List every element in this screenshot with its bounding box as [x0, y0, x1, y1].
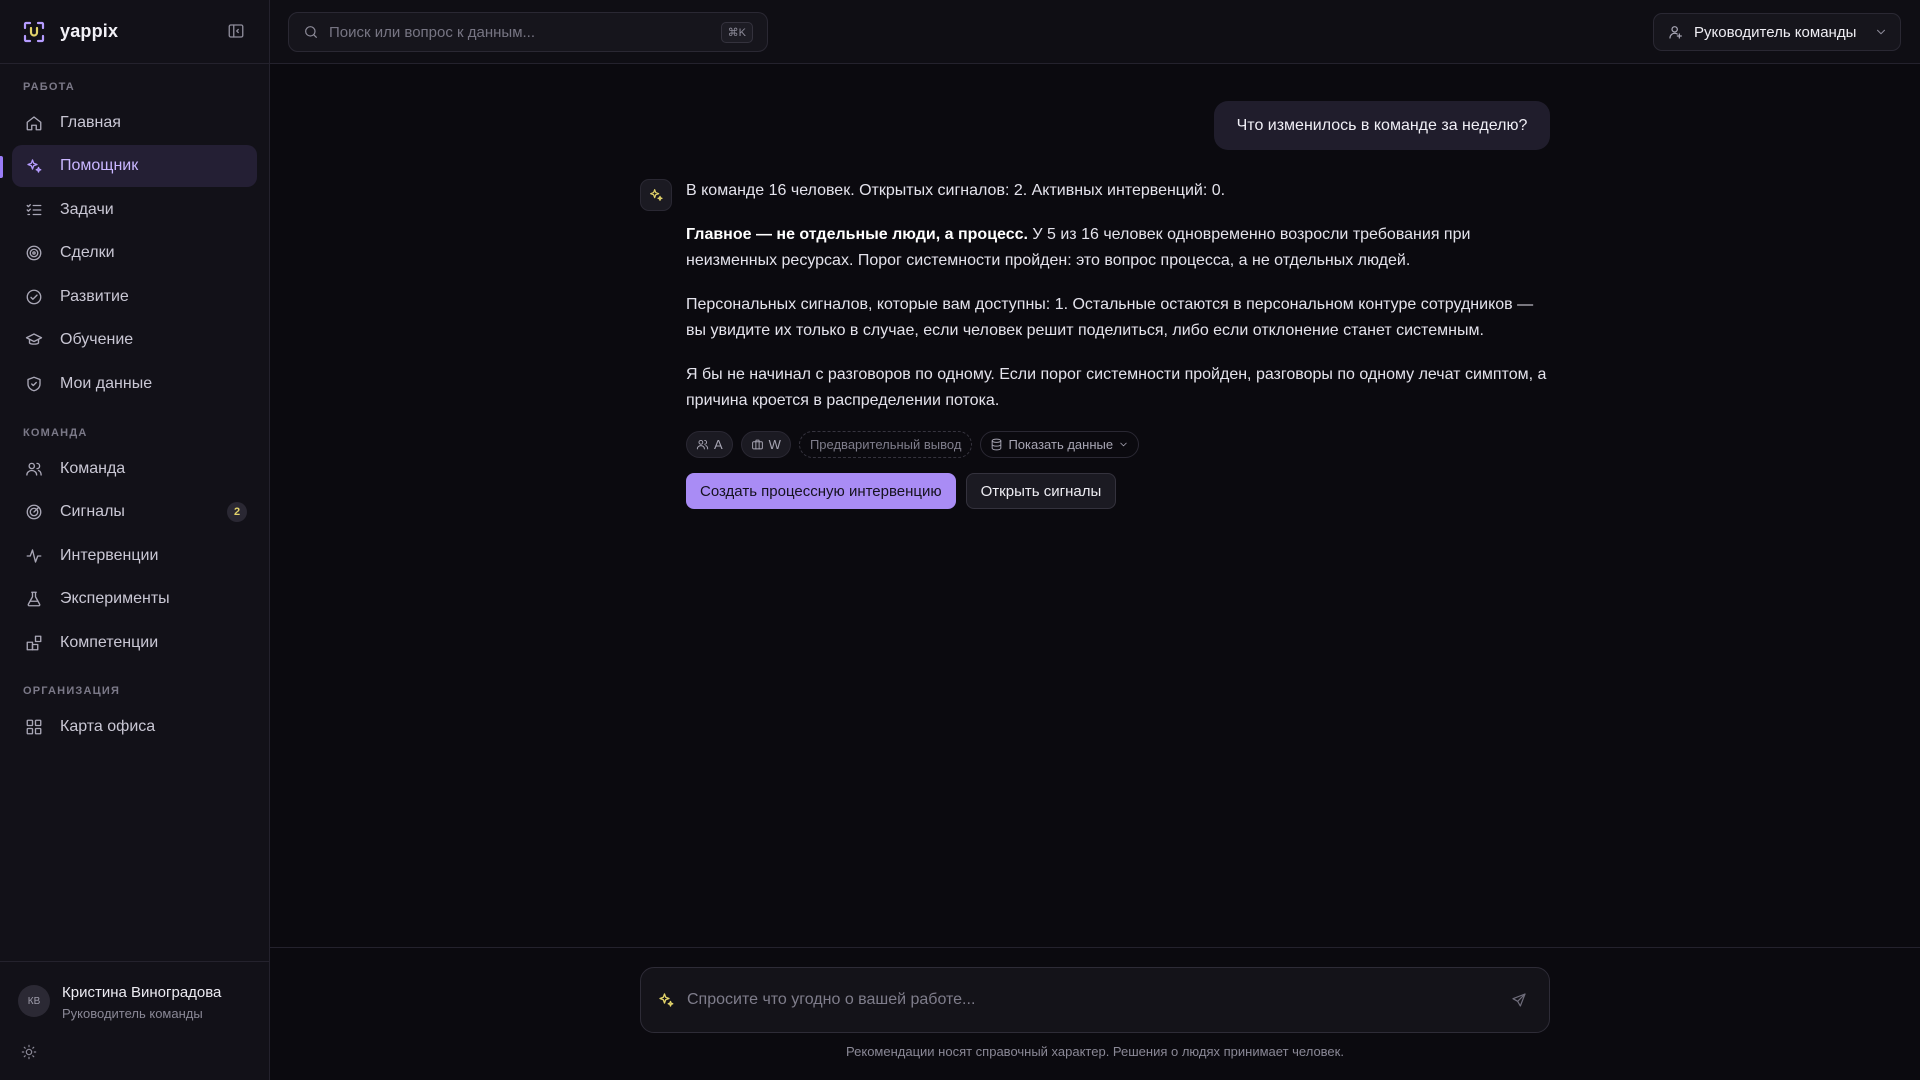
- sidebar-item-label: Помощник: [60, 157, 139, 174]
- sidebar-item-assistant[interactable]: Помощник: [12, 145, 257, 187]
- chip-label: W: [768, 437, 781, 452]
- user-switch-icon: [1668, 24, 1684, 40]
- flask-icon: [24, 589, 44, 609]
- answer-paragraph: Я бы не начинал с разговоров по одному. …: [686, 366, 1547, 409]
- answer-paragraph: Персональных сигналов, которые вам досту…: [686, 296, 1534, 339]
- sidebar-item-label: Главная: [60, 114, 121, 131]
- shield-icon: [24, 374, 44, 394]
- sidebar-item-label: Мои данные: [60, 375, 153, 392]
- sidebar-item-label: Развитие: [60, 288, 129, 305]
- sidebar-item-home[interactable]: Главная: [12, 102, 257, 144]
- chevron-down-icon: [1118, 439, 1129, 450]
- user-profile[interactable]: КВ Кристина Виноградова Руководитель ком…: [0, 961, 269, 1080]
- brand-header: yappix: [0, 0, 269, 64]
- active-indicator: [0, 156, 3, 178]
- sidebar-collapse-icon[interactable]: [227, 22, 245, 40]
- users-icon: [696, 438, 709, 451]
- answer-meta-chips: A W Предварительный вывод Показать данны…: [686, 431, 1140, 458]
- message-composer[interactable]: [640, 967, 1550, 1033]
- sidebar-item-deals[interactable]: Сделки: [12, 232, 257, 274]
- sidebar-item-label: Задачи: [60, 201, 114, 218]
- open-signals-button[interactable]: Открыть сигналы: [965, 473, 1117, 509]
- sparkles-icon: [24, 156, 44, 176]
- radar-icon: [24, 502, 44, 522]
- sidebar-item-label: Сделки: [60, 244, 115, 261]
- activity-icon: [24, 546, 44, 566]
- check-circle-icon: [24, 287, 44, 307]
- preliminary-conclusion-chip: Предварительный вывод: [798, 431, 973, 458]
- app-name: yappix: [60, 21, 119, 41]
- sidebar-item-learning[interactable]: Обучение: [12, 319, 257, 361]
- sidebar-item-my-data[interactable]: Мои данные: [12, 363, 257, 405]
- user-name: Кристина Виноградова: [62, 984, 222, 1001]
- assistant-avatar: [640, 179, 672, 211]
- role-selector[interactable]: Руководитель команды: [1653, 13, 1901, 51]
- chip-label: Показать данные: [1008, 437, 1114, 452]
- chevron-down-icon: [1874, 25, 1888, 39]
- graduation-cap-icon: [24, 330, 44, 350]
- sidebar-item-office-map[interactable]: Карта офиса: [12, 706, 257, 748]
- sidebar-item-label: Интервенции: [60, 547, 159, 564]
- yappix-logo-icon: [22, 20, 46, 44]
- answer-actions: Создать процессную интервенцию Открыть с…: [686, 473, 1117, 509]
- users-icon: [24, 459, 44, 479]
- source-chip-people[interactable]: A: [686, 431, 733, 458]
- search-icon: [303, 24, 319, 40]
- sidebar-item-competencies[interactable]: Компетенции: [12, 622, 257, 664]
- sidebar-item-label: Обучение: [60, 331, 134, 348]
- sidebar-item-label: Сигналы: [60, 503, 125, 520]
- global-search[interactable]: ⌘K: [288, 12, 768, 52]
- home-icon: [24, 113, 44, 133]
- sidebar-item-experiments[interactable]: Эксперименты: [12, 578, 257, 620]
- sun-icon[interactable]: [21, 1044, 37, 1060]
- role-selector-label: Руководитель команды: [1694, 23, 1857, 41]
- target-icon: [24, 243, 44, 263]
- briefcase-icon: [751, 438, 764, 451]
- sidebar-item-signals[interactable]: Сигналы 2: [12, 491, 257, 533]
- sidebar-item-team[interactable]: Команда: [12, 448, 257, 490]
- sidebar-item-growth[interactable]: Развитие: [12, 276, 257, 318]
- disclaimer-text: Рекомендации носят справочный характер. …: [846, 1044, 1344, 1059]
- send-icon[interactable]: [1511, 992, 1527, 1008]
- sidebar-item-interventions[interactable]: Интервенции: [12, 535, 257, 577]
- sidebar-item-label: Компетенции: [60, 634, 159, 651]
- sidebar-item-label: Команда: [60, 460, 126, 477]
- composer-divider: [270, 947, 1920, 948]
- message-input[interactable]: [687, 991, 1511, 1009]
- signals-count-badge: 2: [227, 502, 247, 522]
- avatar: КВ: [18, 985, 50, 1017]
- sidebar-item-tasks[interactable]: Задачи: [12, 189, 257, 231]
- blocks-icon: [24, 633, 44, 653]
- section-title-work: РАБОТА: [23, 81, 75, 93]
- answer-paragraph: В команде 16 человек. Открытых сигналов:…: [686, 182, 1226, 199]
- assistant-answer: В команде 16 человек. Открытых сигналов:…: [686, 178, 1552, 432]
- section-title-organization: ОРГАНИЗАЦИЯ: [23, 685, 121, 697]
- sparkles-icon: [648, 187, 664, 203]
- search-input[interactable]: [329, 23, 721, 41]
- chip-label: A: [714, 437, 723, 452]
- create-intervention-button[interactable]: Создать процессную интервенцию: [686, 473, 956, 509]
- top-bar: ⌘K Руководитель команды: [270, 0, 1920, 64]
- grid-icon: [24, 717, 44, 737]
- sidebar-item-label: Эксперименты: [60, 590, 170, 607]
- user-role: Руководитель команды: [62, 1006, 203, 1021]
- sidebar: yappix РАБОТА Главная Помощник Задачи Сд…: [0, 0, 270, 1080]
- show-data-toggle[interactable]: Показать данные: [980, 431, 1140, 458]
- section-title-team: КОМАНДА: [23, 427, 88, 439]
- sidebar-item-label: Карта офиса: [60, 718, 156, 735]
- answer-paragraph: Главное — не отдельные люди, а процесс. …: [686, 222, 1552, 274]
- search-shortcut: ⌘K: [720, 21, 753, 43]
- answer-highlight: Главное — не отдельные люди, а процесс.: [686, 226, 1028, 243]
- database-icon: [990, 438, 1003, 451]
- user-message-bubble: Что изменилось в команде за неделю?: [1214, 101, 1550, 150]
- source-chip-work[interactable]: W: [740, 431, 791, 458]
- sparkles-icon: [657, 991, 675, 1009]
- list-check-icon: [24, 200, 44, 220]
